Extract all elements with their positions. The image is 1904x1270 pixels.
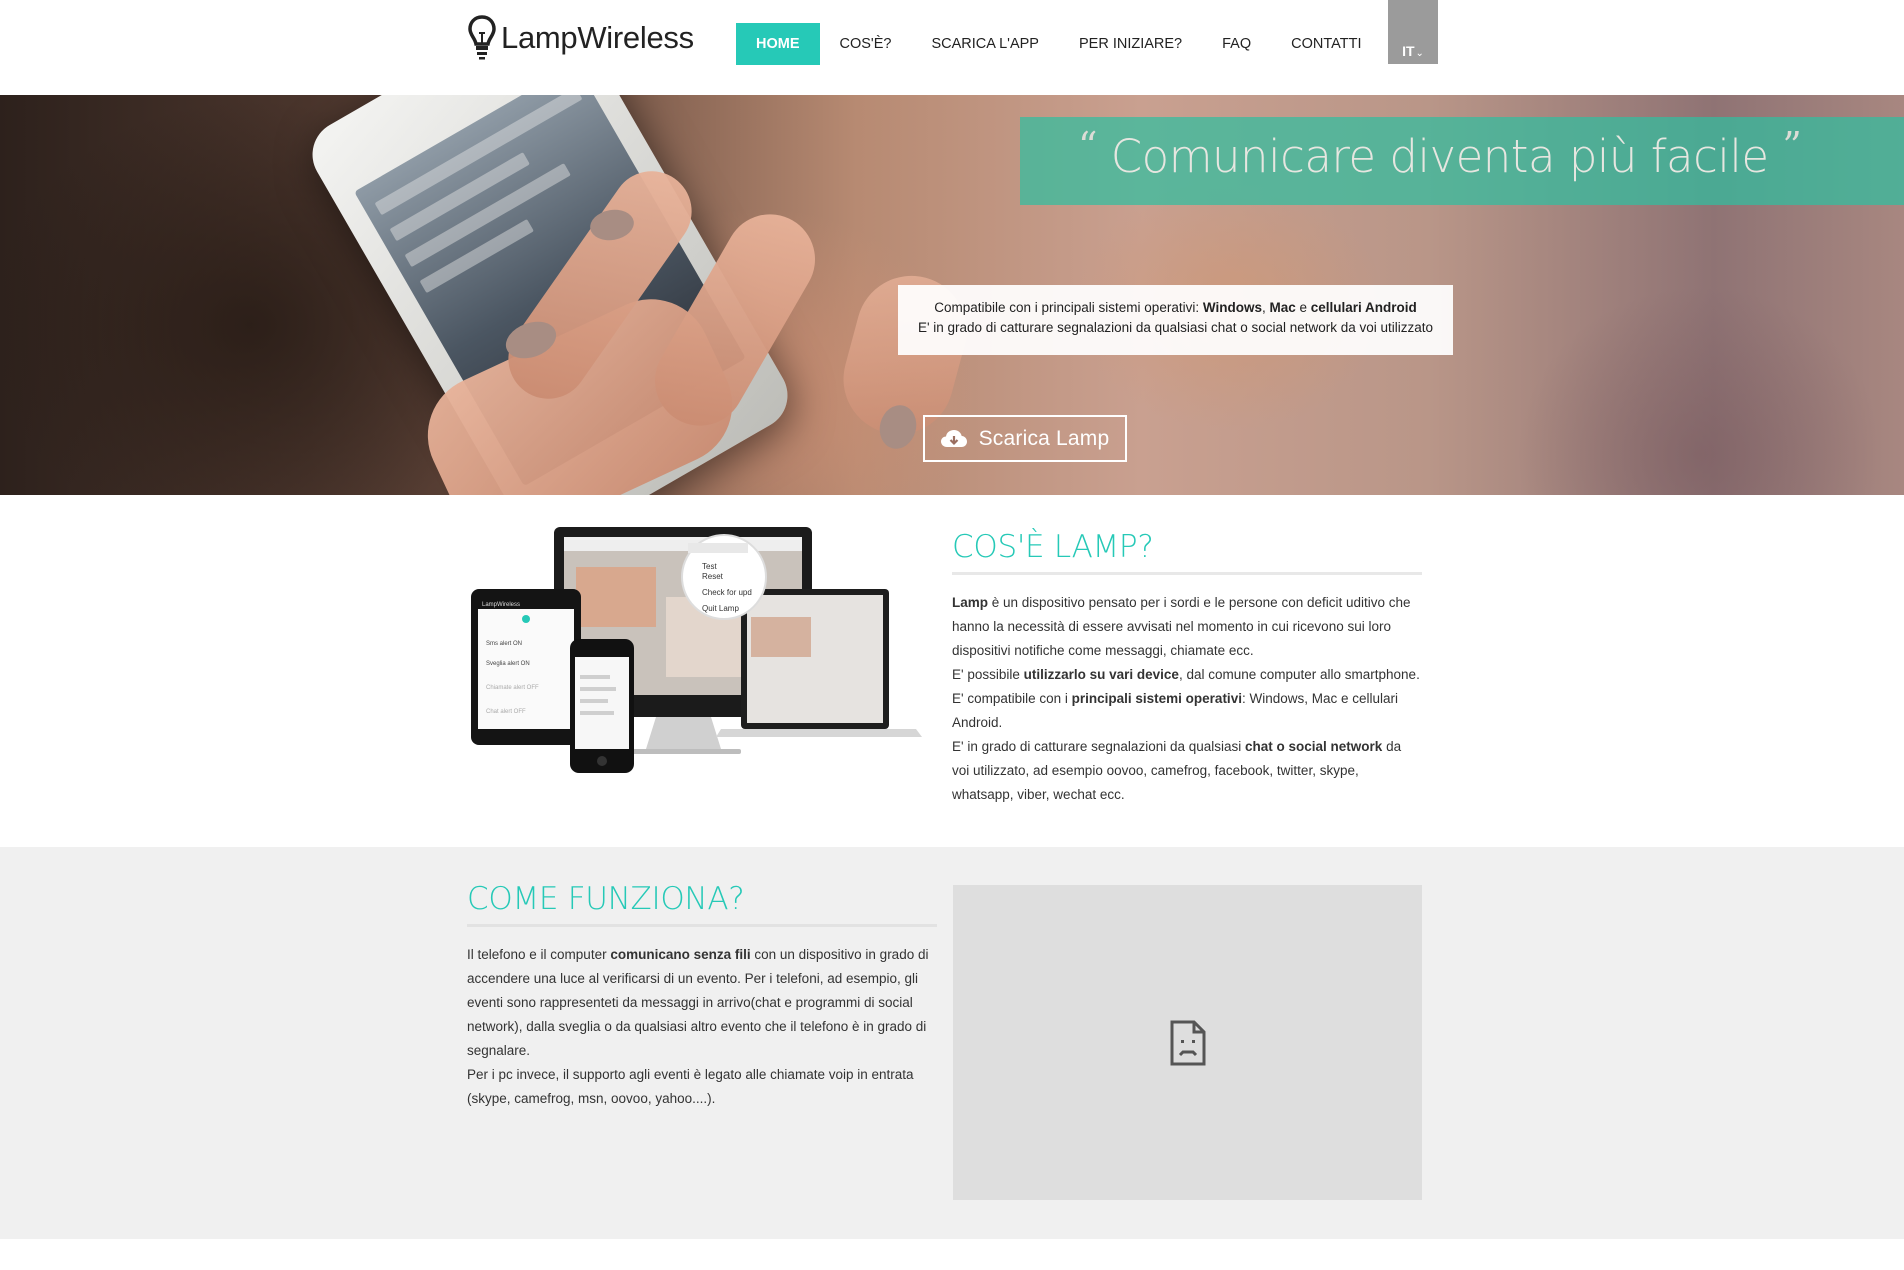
paragraph: E' in grado di catturare segnalazioni da… (952, 735, 1422, 807)
site-header: LampWireless HOME COS'È? SCARICA L'APP P… (0, 0, 1904, 95)
menu-item-reset: Reset (702, 572, 724, 581)
nav-item-per-iniziare[interactable]: PER INIZIARE? (1059, 23, 1202, 65)
nav-item-home[interactable]: HOME (736, 23, 820, 65)
screen-bar (419, 219, 534, 294)
text: è un dispositivo pensato per i sordi e l… (952, 595, 1411, 658)
tablet-row: Chat alert OFF (486, 709, 526, 715)
paragraph: Lamp è un dispositivo pensato per i sord… (952, 591, 1422, 663)
broken-document-icon (1170, 1020, 1205, 1065)
paragraph: E' compatibile con i principali sistemi … (952, 687, 1422, 735)
text: E' possibile (952, 667, 1024, 682)
info-bold-mac: Mac (1269, 300, 1296, 315)
quote-close-mark: ” (1782, 124, 1802, 168)
text: E' in grado di catturare segnalazioni da… (952, 739, 1246, 754)
nav-item-scarica-app[interactable]: SCARICA L'APP (911, 23, 1059, 65)
hero-quote-text: Comunicare diventa più facile (1110, 130, 1769, 183)
quote-open-mark: “ (1078, 124, 1097, 168)
section-title-what-is: COS'È LAMP? (952, 529, 1154, 565)
paragraph: Il telefono e il computer comunicano sen… (467, 943, 937, 1063)
nav-item-contatti[interactable]: CONTATTI (1271, 23, 1381, 65)
section-title-how-it-works: COME FUNZIONA? (467, 881, 745, 917)
bold-text: principali sistemi operativi (1071, 691, 1242, 706)
devices-illustration: Test Reset Check for upd Quit Lamp LampW… (471, 527, 922, 773)
hero-info-box: Compatibile con i principali sistemi ope… (898, 285, 1453, 355)
what-is-section: Test Reset Check for upd Quit Lamp LampW… (0, 495, 1904, 847)
tablet-row: Chiamate alert OFF (486, 685, 539, 691)
nav-item-faq[interactable]: FAQ (1202, 23, 1271, 65)
nav-item-cos-e[interactable]: COS'È? (820, 23, 912, 65)
language-label: IT (1402, 43, 1415, 59)
language-selector[interactable]: IT ⌄ (1388, 0, 1438, 64)
hero-banner: “ Comunicare diventa più facile ” Compat… (0, 95, 1904, 495)
info-line-1: Compatibile con i principali sistemi ope… (898, 298, 1453, 318)
what-is-description: Lamp è un dispositivo pensato per i sord… (952, 591, 1422, 807)
text: con un dispositivo in grado di accendere… (467, 947, 929, 1058)
menu-item-check-updates: Check for upd (702, 588, 752, 597)
how-it-works-description: Il telefono e il computer comunicano sen… (467, 943, 937, 1111)
text: , dal comune computer allo smartphone. (1178, 667, 1420, 682)
title-underline (467, 924, 937, 927)
download-button-label: Scarica Lamp (978, 426, 1110, 450)
tablet-header: LampWireless (482, 602, 520, 608)
bold-text: Lamp (952, 595, 989, 610)
paragraph: Per i pc invece, il supporto agli eventi… (467, 1067, 914, 1106)
bold-text: chat o social network (1245, 739, 1383, 754)
tablet-row: Sms alert ON (486, 641, 522, 647)
logo[interactable]: LampWireless (467, 14, 694, 62)
info-text: Compatibile con i principali sistemi ope… (934, 300, 1203, 315)
bold-text: comunicano senza fili (610, 947, 751, 962)
menu-item-test: Test (702, 562, 717, 571)
text: Il telefono e il computer (467, 947, 611, 962)
bold-text: utilizzarlo su vari device (1023, 667, 1179, 682)
main-nav: HOME COS'È? SCARICA L'APP PER INIZIARE? … (736, 23, 1381, 65)
text: E' compatibile con i (952, 691, 1072, 706)
info-bold-android: cellulari Android (1310, 300, 1417, 315)
info-bold-windows: Windows (1202, 300, 1262, 315)
lightbulb-icon (468, 15, 496, 60)
download-button[interactable]: Scarica Lamp (923, 415, 1127, 462)
screen-bar (374, 95, 583, 216)
hero-quote: “ Comunicare diventa più facile ” (1078, 124, 1802, 183)
video-embed-placeholder[interactable] (953, 885, 1422, 1200)
how-it-works-section: COME FUNZIONA? Il telefono e il computer… (0, 847, 1904, 1239)
menu-item-quit: Quit Lamp (702, 604, 739, 613)
tablet-row: Sveglia alert ON (486, 661, 530, 667)
logo-text: LampWireless (501, 20, 694, 55)
title-underline (952, 572, 1422, 575)
info-line-2: E' in grado di catturare segnalazioni da… (917, 320, 1434, 335)
chevron-down-icon: ⌄ (1415, 48, 1424, 59)
paragraph: E' possibile utilizzarlo su vari device,… (952, 663, 1422, 687)
cloud-download-icon (940, 429, 967, 447)
info-text: e (1295, 300, 1311, 315)
